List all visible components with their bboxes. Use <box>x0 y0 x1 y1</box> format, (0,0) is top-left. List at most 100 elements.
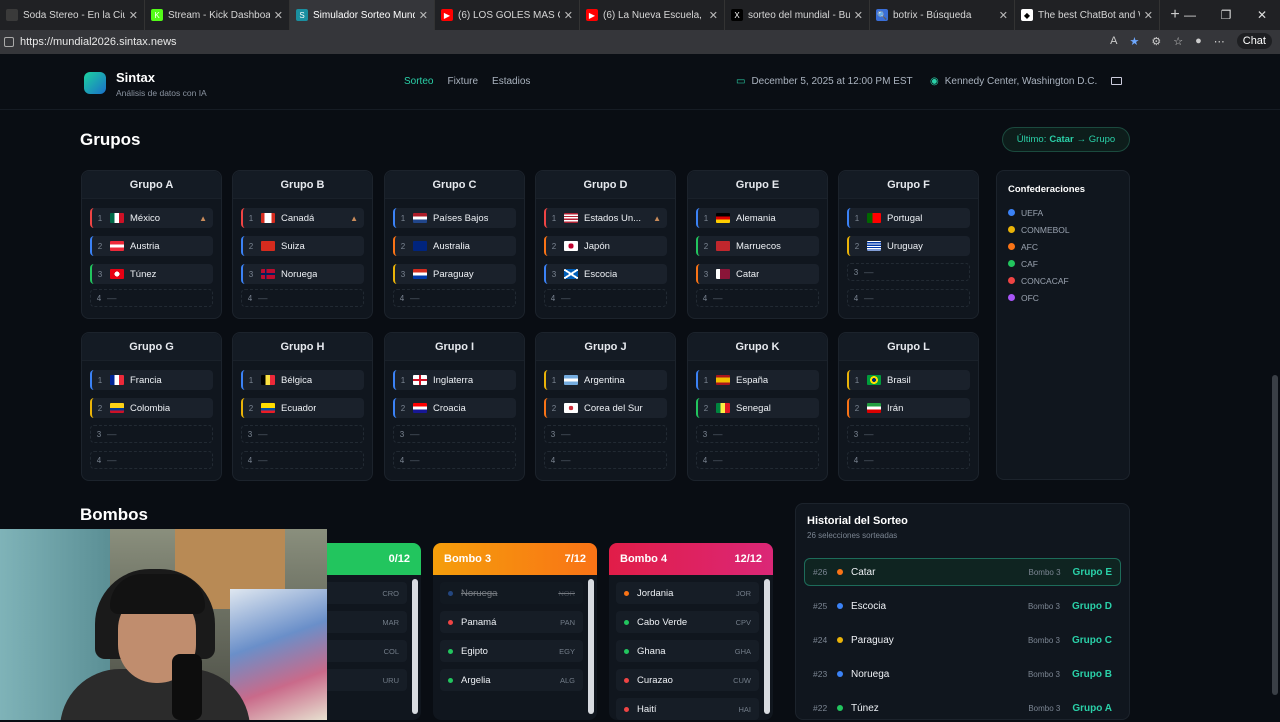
slot-number: 1 <box>400 213 406 223</box>
team-name: Inglaterra <box>433 374 474 386</box>
tab-close-icon[interactable]: ✕ <box>1144 9 1153 22</box>
tab-close-icon[interactable]: ✕ <box>129 9 138 22</box>
page-scrollbar[interactable] <box>1272 375 1278 695</box>
browser-tab[interactable]: ▶ (6) La Nueva Escuela, Lucas ✕ <box>580 0 725 30</box>
group-title: Grupo B <box>233 171 372 199</box>
pot-team-code: HAI <box>738 704 751 714</box>
group-title: Grupo E <box>688 171 827 199</box>
url-text[interactable]: https://mundial2026.sintax.news <box>20 36 177 48</box>
nav-sorteo[interactable]: Sorteo <box>404 76 433 87</box>
pot-team-item[interactable]: Argelia ALG <box>440 669 583 691</box>
legend-item: CONMEBOL <box>1008 221 1118 238</box>
slot-number: 3 <box>399 429 405 439</box>
event-location-text: Kennedy Center, Washington D.C. <box>944 76 1098 87</box>
group-card: Grupo A 1 México ▲ 2 Austria 3 Túnez 4— <box>81 170 222 319</box>
slot-number: 2 <box>854 241 860 251</box>
empty-placeholder: — <box>107 292 117 304</box>
browser-tab[interactable]: ▶ (6) LOS GOLES MAS GRITAD ✕ <box>435 0 580 30</box>
team-slot: 2 Marruecos <box>696 236 819 256</box>
pot-team-item[interactable]: Curazao CUW <box>616 669 759 691</box>
browser-tab[interactable]: Soda Stereo - En la Ciuda ✕ <box>0 0 145 30</box>
group-card: Grupo G 1 Francia 2 Colombia 3—4— <box>81 332 222 481</box>
pot-team-name: Cabo Verde <box>637 616 688 628</box>
tab-close-icon[interactable]: ✕ <box>274 9 283 22</box>
minimize-icon[interactable]: — <box>1172 0 1208 30</box>
pot-scrollbar[interactable] <box>764 579 770 714</box>
tab-close-icon[interactable]: ✕ <box>854 9 863 22</box>
slot-number: 4 <box>550 455 556 465</box>
browser-tab[interactable]: S Simulador Sorteo Mundial 2 ✕ <box>290 0 435 30</box>
pot-team-item[interactable]: Ghana GHA <box>616 640 759 662</box>
slot-number: 1 <box>703 213 709 223</box>
pot-team-code: ALG <box>559 675 575 685</box>
read-aloud-icon[interactable]: A <box>1110 35 1117 47</box>
nav-estadios[interactable]: Estadios <box>492 76 530 87</box>
history-team: Paraguay <box>851 634 894 646</box>
monitor-icon[interactable] <box>1111 77 1122 85</box>
legend-item: OFC <box>1008 289 1118 306</box>
pot-team-code: JOR <box>736 588 751 598</box>
browser-tab[interactable]: ◆ The best ChatBot and Widge ✕ <box>1015 0 1160 30</box>
tab-close-icon[interactable]: ✕ <box>419 9 428 22</box>
site-info-icon[interactable] <box>4 37 14 47</box>
slot-number: 1 <box>248 375 254 385</box>
pot-team-item[interactable]: Noruega NOR <box>440 582 583 604</box>
favorites-icon[interactable]: ☆ <box>1173 35 1183 48</box>
nav-fixture[interactable]: Fixture <box>447 76 478 87</box>
slot-number: 1 <box>854 375 860 385</box>
flag-icon <box>413 403 427 413</box>
team-slot: 2 Corea del Sur <box>544 398 667 418</box>
sintax-logo-icon[interactable] <box>84 72 106 94</box>
restore-icon[interactable]: ❐ <box>1208 0 1244 30</box>
flag-icon <box>261 403 275 413</box>
tab-close-icon[interactable]: ✕ <box>999 9 1008 22</box>
pot-team-item[interactable]: Cabo Verde CPV <box>616 611 759 633</box>
extensions-icon[interactable]: ⚙ <box>1151 35 1161 48</box>
pot-team-item[interactable]: Jordania JOR <box>616 582 759 604</box>
history-pot: Bombo 3 <box>1027 601 1060 611</box>
history-index: #23 <box>813 669 828 679</box>
team-slot: 1 Francia <box>90 370 213 390</box>
slot-number: 4 <box>550 293 556 303</box>
confederation-dot-icon <box>624 677 629 683</box>
empty-slot: 3— <box>393 425 516 443</box>
pot-scrollbar[interactable] <box>412 579 418 714</box>
favorite-star-icon[interactable]: ★ <box>1129 35 1139 48</box>
close-window-icon[interactable]: ✕ <box>1244 0 1280 30</box>
brand-name[interactable]: Sintax <box>116 70 155 85</box>
profile-icon[interactable]: ● <box>1195 35 1202 47</box>
history-row: #22 Túnez Bombo 3 Grupo A <box>804 694 1121 722</box>
browser-tab[interactable]: K Stream - Kick Dashboard ✕ <box>145 0 290 30</box>
team-slot: 1 Estados Un... ▲ <box>544 208 667 228</box>
more-menu-icon[interactable]: ⋯ <box>1214 35 1225 48</box>
group-card: Grupo D 1 Estados Un... ▲ 2 Japón 3 Escocia 4— <box>535 170 676 319</box>
empty-slot: 4— <box>241 451 364 469</box>
slot-number: 3 <box>551 269 557 279</box>
pot-team-code: EGY <box>559 646 575 656</box>
tab-favicon-icon: ◆ <box>1021 9 1033 21</box>
address-bar[interactable]: https://mundial2026.sintax.news A ★ ⚙ ☆ … <box>0 30 1280 54</box>
slot-number: 2 <box>248 241 254 251</box>
tab-favicon-icon: K <box>151 9 163 21</box>
pot-team-item[interactable]: Panamá PAN <box>440 611 583 633</box>
browser-tab[interactable]: Xsorteo del mundial - Buscar ✕ <box>725 0 870 30</box>
pot-team-code: NOR <box>558 588 575 598</box>
team-name: Paraguay <box>433 268 474 280</box>
history-index: #25 <box>813 601 828 611</box>
copilot-chat-button[interactable]: Chat <box>1236 33 1272 49</box>
confederation-dot-icon <box>837 569 843 575</box>
browser-tab[interactable]: 🔍 botrix - Búsqueda ✕ <box>870 0 1015 30</box>
tab-close-icon[interactable]: ✕ <box>709 9 718 22</box>
empty-placeholder: — <box>864 454 874 466</box>
team-name: Canadá <box>281 212 315 224</box>
tab-close-icon[interactable]: ✕ <box>564 9 573 22</box>
pot-scrollbar[interactable] <box>588 579 594 714</box>
group-card: Grupo J 1 Argentina 2 Corea del Sur 3—4— <box>535 332 676 481</box>
pot-team-item[interactable]: Egipto EGY <box>440 640 583 662</box>
slot-number: 2 <box>400 403 406 413</box>
pot-team-item[interactable]: Haití HAI <box>616 698 759 720</box>
empty-slot: 4— <box>847 289 970 307</box>
team-slot: 2 Austria <box>90 236 213 256</box>
slot-number: 3 <box>550 429 556 439</box>
team-name: Catar <box>736 268 760 280</box>
